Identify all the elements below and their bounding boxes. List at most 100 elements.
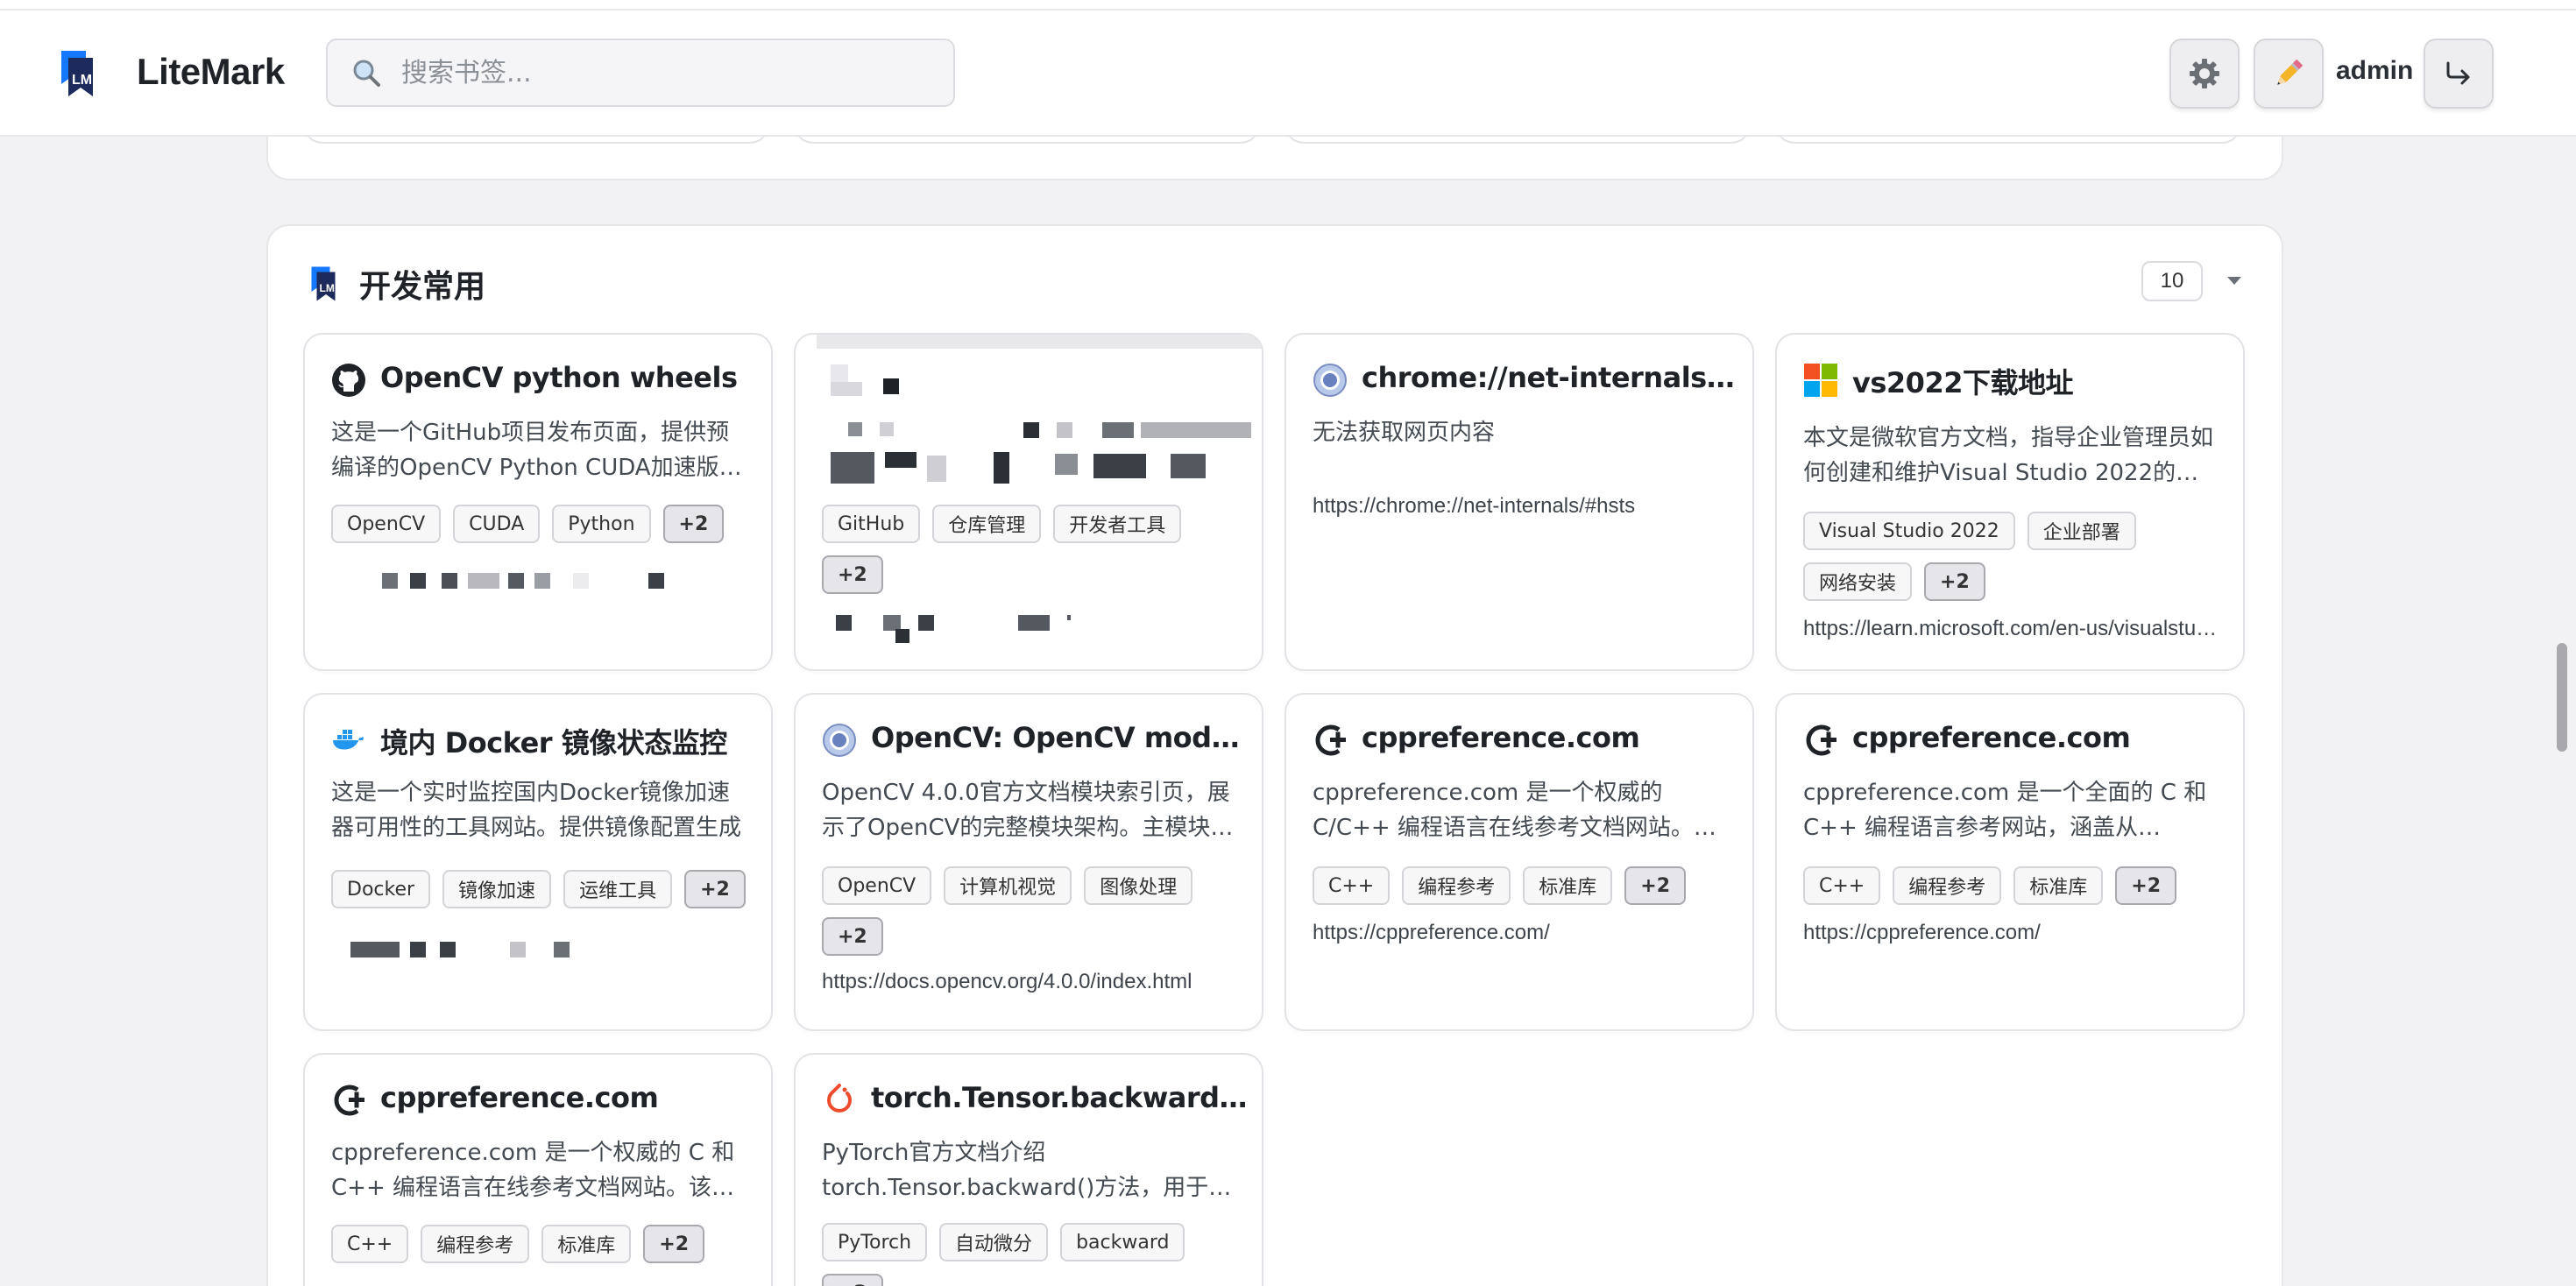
tag-list: OpenCV 计算机视觉 图像处理 +2 [822,866,1242,956]
card-url[interactable]: https://cppreference.com/ [1313,921,1733,945]
tag[interactable]: CUDA [453,505,541,543]
more-tags-badge[interactable]: +2 [822,917,883,956]
chevron-down-icon[interactable] [2224,272,2245,289]
more-tags-badge[interactable]: +2 [1624,866,1687,905]
tag[interactable]: C++ [331,1225,409,1263]
bookmark-card[interactable]: 境内 Docker 镜像状态监控 这是一个实时监控国内Docker镜像加速器可用… [303,693,773,1031]
tag[interactable]: C++ [1803,866,1881,905]
card-description: cppreference.com 是一个权威的 C 和 C++ 编程语言在线参考… [331,1140,735,1201]
card-description: OpenCV 4.0.0官方文档模块索引页，展示了OpenCV的完整模块架构。主… [822,780,1234,841]
tag[interactable]: 计算机视觉 [944,866,1072,905]
bookmark-card[interactable]: chrome://net-internals/#hsts 无法获取网页内容 ht… [1284,333,1754,671]
tag[interactable]: Docker [331,870,431,908]
tag[interactable]: 标准库 [541,1225,632,1263]
username-label[interactable]: admin [2336,56,2413,86]
card-url[interactable]: https://learn.microsoft.com/en-us/visual… [1803,617,2224,641]
tag[interactable]: 标准库 [2013,866,2104,905]
tag[interactable]: 开发者工具 [1053,505,1182,543]
tag[interactable]: OpenCV [331,505,442,543]
pixelated-url [349,942,699,959]
tag-list: Visual Studio 2022 企业部署 网络安装 +2 [1803,512,2224,601]
card-description: PyTorch官方文档介绍 torch.Tensor.backward()方法，… [822,1140,1232,1201]
card-url[interactable]: https://chrome://net-internals/#hsts [1313,494,1733,519]
card-title[interactable]: cppreference.com [380,1081,757,1114]
more-tags-badge[interactable]: +2 [822,1274,883,1286]
logout-button[interactable] [2424,39,2494,109]
card-title[interactable]: 境内 Docker 镜像状态监控 [380,721,757,761]
tag-list: PyTorch 自动微分 backward +2 [822,1223,1242,1286]
tag[interactable]: PyTorch [822,1223,928,1261]
more-tags-badge[interactable]: +2 [643,1225,705,1263]
tag[interactable]: GitHub [822,505,921,543]
more-tags-badge[interactable]: +2 [662,505,725,543]
microsoft-icon [1804,364,1837,397]
tag[interactable]: 图像处理 [1084,866,1193,905]
litemark-logo-icon[interactable]: LM [60,49,95,98]
pixelated-icon [831,364,901,405]
bookmark-card[interactable]: OpenCV python wheels 这是一个GitHub项目发布页面，提供… [303,333,773,671]
more-tags-badge[interactable]: +2 [822,555,883,594]
tag-list: C++ 编程参考 标准库 +2 [331,1225,752,1263]
page-scrollbar[interactable] [2557,643,2567,752]
search-input[interactable] [401,57,927,88]
gear-icon [2190,59,2219,88]
pixelated-title [831,422,1251,492]
tag[interactable]: 编程参考 [1893,866,2002,905]
card-url[interactable]: https://cppreference.com/ [1803,921,2224,945]
tag[interactable]: 镜像加速 [442,870,552,908]
more-tags-badge[interactable]: +2 [684,870,746,908]
globe-icon [823,724,856,757]
edit-button[interactable] [2254,39,2324,109]
card-description: 这是一个实时监控国内Docker镜像加速器可用性的工具网站。提供镜像配置生成 [331,780,742,841]
tag[interactable]: 企业部署 [2027,512,2136,550]
tag[interactable]: C++ [1313,866,1391,905]
settings-button[interactable] [2169,39,2240,109]
cppreference-icon [1806,724,1836,756]
bookmark-card[interactable]: GitHub 仓库管理 开发者工具 +2 [794,333,1263,671]
tag[interactable]: 仓库管理 [932,505,1042,543]
tag[interactable]: 编程参考 [421,1225,530,1263]
card-title[interactable]: OpenCV python wheels [380,361,757,394]
header-top-line [0,9,2576,11]
card-description: 无法获取网页内容 [1313,420,1496,446]
tag[interactable]: 编程参考 [1402,866,1511,905]
card-url[interactable]: https://docs.opencv.org/4.0.0/index.html [822,970,1242,994]
search-box[interactable] [326,39,955,107]
bookmark-card[interactable]: torch.Tensor.backward — PyTorch PyTorch官… [794,1053,1263,1286]
bookmark-card[interactable]: cppreference.com cppreference.com 是一个权威的… [303,1053,773,1286]
brand-name[interactable]: LiteMark [137,51,285,93]
tag[interactable]: backward [1060,1223,1185,1261]
bookmark-card[interactable]: OpenCV: OpenCV modules OpenCV 4.0.0官方文档模… [794,693,1263,1031]
pytorch-icon [827,1084,852,1113]
tag[interactable]: Python [552,505,651,543]
tag[interactable]: 运维工具 [563,870,673,908]
tag-list: GitHub 仓库管理 开发者工具 +2 [822,505,1242,594]
pencil-icon [2277,59,2304,85]
bookmark-card[interactable]: cppreference.com cppreference.com 是一个全面的… [1775,693,2245,1031]
more-tags-badge[interactable]: +2 [2115,866,2177,905]
tag-list: C++ 编程参考 标准库 +2 [1803,866,2224,905]
tag-list: OpenCV CUDA Python +2 [331,505,752,543]
tag-list: C++ 编程参考 标准库 +2 [1313,866,1733,905]
section-logo-icon: LM [311,266,336,301]
pixelated-url [831,615,1093,647]
card-title[interactable]: cppreference.com [1852,721,2229,754]
card-title[interactable]: chrome://net-internals/#hsts [1362,361,1738,394]
card-description: 本文是微软官方文档，指导企业管理员如何创建和维护Visual Studio 20… [1803,425,2214,486]
tag[interactable]: 标准库 [1523,866,1613,905]
tag[interactable]: OpenCV [822,866,932,905]
card-title[interactable]: cppreference.com [1362,721,1738,754]
tag-list: Docker 镜像加速 运维工具 +2 [331,870,752,908]
more-tags-badge[interactable]: +2 [1924,562,1985,601]
card-title[interactable]: torch.Tensor.backward — PyTorch [871,1081,1248,1114]
tag[interactable]: Visual Studio 2022 [1803,512,2015,550]
search-icon [353,60,380,87]
card-title[interactable]: vs2022下载地址 [1852,361,2229,401]
tag[interactable]: 自动微分 [939,1223,1049,1261]
tag[interactable]: 网络安装 [1803,562,1913,601]
top-header: LM LiteMark 搜索书签... admin [0,0,2576,137]
pixelated-url [349,573,734,590]
bookmark-card[interactable]: cppreference.com cppreference.com 是一个权威的… [1284,693,1754,1031]
card-title[interactable]: OpenCV: OpenCV modules [871,721,1248,754]
bookmark-card[interactable]: vs2022下载地址 本文是微软官方文档，指导企业管理员如何创建和维护Visua… [1775,333,2245,671]
